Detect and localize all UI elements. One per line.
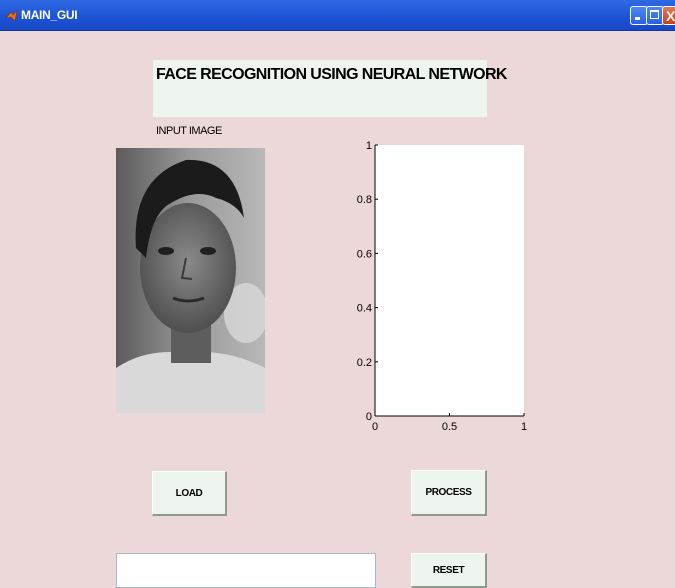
plot-area	[375, 145, 524, 416]
input-image	[116, 148, 265, 413]
y-tick-label: 0.2	[357, 357, 372, 369]
minimize-icon	[635, 17, 640, 20]
window-titlebar[interactable]: MAIN_GUI X	[0, 0, 675, 31]
load-button[interactable]: LOAD	[152, 471, 227, 516]
x-tick-label: 0	[372, 421, 378, 433]
page-title: FACE RECOGNITION USING NEURAL NETWORK	[156, 66, 507, 83]
close-icon: X	[666, 8, 675, 24]
process-button[interactable]: PROCESS	[411, 470, 487, 516]
y-tick-label: 0.6	[357, 248, 372, 260]
y-tick-label: 0.8	[357, 194, 372, 206]
maximize-icon	[650, 10, 659, 19]
input-image-label: INPUT IMAGE	[156, 125, 222, 137]
result-output-field[interactable]	[116, 553, 376, 588]
close-button[interactable]: X	[662, 6, 675, 25]
face-photo	[116, 148, 265, 413]
reset-button[interactable]: RESET	[411, 553, 487, 588]
matlab-app-icon	[5, 9, 18, 22]
y-tick-label: 1	[366, 140, 372, 152]
x-tick-label: 0.5	[442, 421, 457, 433]
x-tick-label: 1	[521, 421, 527, 433]
result-axes[interactable]: 00.20.40.60.810 0.5 1	[340, 136, 540, 436]
heading-panel: FACE RECOGNITION USING NEURAL NETWORK	[153, 60, 507, 117]
y-tick-label: 0.4	[357, 303, 372, 315]
window-title: MAIN_GUI	[21, 8, 78, 22]
